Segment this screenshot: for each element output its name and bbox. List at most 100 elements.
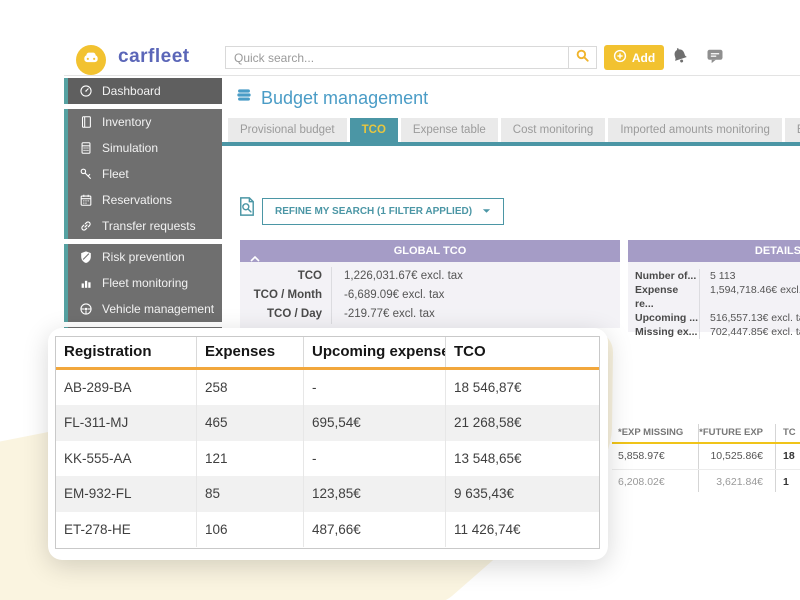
tco-cell: 21 268,58€ xyxy=(445,405,599,440)
tco-cell: 18 546,87€ xyxy=(445,370,599,405)
search-input[interactable] xyxy=(226,47,568,68)
details-row: Expense re... 1,594,718.46€ excl. tax xyxy=(628,283,800,311)
page-title: Budget management xyxy=(235,87,428,110)
upcoming-expenses-cell: 695,54€ xyxy=(303,405,445,440)
simulation-icon xyxy=(79,141,93,155)
sidebar-item-risk-prevention[interactable]: Risk prevention xyxy=(64,244,222,270)
messages-button[interactable] xyxy=(703,47,727,69)
upcoming-expenses-cell: - xyxy=(303,441,445,476)
quick-search xyxy=(225,46,597,69)
tco-cell: 13 548,65€ xyxy=(445,441,599,476)
tco-month-row: TCO / Month -6,689.09€ excl. tax xyxy=(240,286,620,305)
table-row[interactable]: FL-311-MJ 465 695,54€ 21 268,58€ xyxy=(56,405,599,440)
sidebar-item-simulation[interactable]: Simulation xyxy=(64,135,222,161)
expenses-cell: 85 xyxy=(196,476,303,511)
sidebar-item-label: Dashboard xyxy=(102,84,161,98)
expenses-cell: 465 xyxy=(196,405,303,440)
document-search-icon xyxy=(235,195,258,223)
expenses-cell: 121 xyxy=(196,441,303,476)
bar-chart-icon xyxy=(79,276,93,290)
coins-icon xyxy=(235,87,253,110)
global-tco-panel: GLOBAL TCO TCO 1,226,031.67€ excl. tax T… xyxy=(240,240,620,328)
steering-wheel-icon xyxy=(79,302,93,316)
chat-bubble-icon xyxy=(705,46,725,71)
sidebar-item-label: Vehicle management xyxy=(102,302,214,316)
sidebar: Dashboard Inventory Simulation xyxy=(64,78,222,342)
upcoming-expenses-cell: 487,66€ xyxy=(303,512,445,547)
tab-expense-report[interactable]: Expense report xyxy=(785,118,800,142)
add-button[interactable]: Add xyxy=(604,45,664,70)
sidebar-item-label: Fleet xyxy=(102,167,129,181)
refine-search-button[interactable]: REFINE MY SEARCH (1 FILTER APPLIED) xyxy=(262,198,504,225)
tab-provisional-budget[interactable]: Provisional budget xyxy=(228,118,347,142)
key-icon xyxy=(79,167,93,181)
plus-circle-icon xyxy=(613,49,627,66)
sidebar-item-fleet[interactable]: Fleet xyxy=(64,161,222,187)
tco-cell: 11 426,74€ xyxy=(445,512,599,547)
upcoming-expenses-cell: - xyxy=(303,370,445,405)
tab-expense-table[interactable]: Expense table xyxy=(401,118,498,142)
car-icon xyxy=(81,48,101,73)
global-tco-body: TCO 1,226,031.67€ excl. tax TCO / Month … xyxy=(240,262,620,328)
registration-cell: EM-932-FL xyxy=(56,476,196,511)
registration-cell: AB-289-BA xyxy=(56,370,196,405)
details-header[interactable]: DETAILS xyxy=(628,240,800,262)
tco-day-row: TCO / Day -219.77€ excl. tax xyxy=(240,305,620,324)
carfleet-logo[interactable] xyxy=(76,45,106,75)
search-button[interactable] xyxy=(568,47,596,68)
table-row[interactable]: ET-278-HE 106 487,66€ 11 426,74€ xyxy=(56,512,599,547)
table-row[interactable]: 5,858.97€ 10,525.86€ 18 xyxy=(612,444,800,470)
sidebar-item-fleet-monitoring[interactable]: Fleet monitoring xyxy=(64,270,222,296)
chevron-up-icon xyxy=(250,248,260,270)
upcoming-expenses-cell: 123,85€ xyxy=(303,476,445,511)
expenses-cell: 258 xyxy=(196,370,303,405)
table-row[interactable]: EM-932-FL 85 123,85€ 9 635,43€ xyxy=(56,476,599,511)
tab-tco[interactable]: TCO xyxy=(350,118,398,142)
details-row: Upcoming ... 516,557.13€ excl. tax xyxy=(628,311,800,325)
details-row: Number of... 5 113 xyxy=(628,269,800,283)
caret-down-icon xyxy=(482,206,491,217)
active-tab-underline xyxy=(222,142,800,146)
tco-cell: 9 635,43€ xyxy=(445,476,599,511)
calendar-icon xyxy=(79,193,93,207)
bell-icon xyxy=(670,46,690,71)
dashboard-icon xyxy=(79,84,93,98)
table-row[interactable]: AB-289-BA 258 - 18 546,87€ xyxy=(56,370,599,405)
details-body: Number of... 5 113 Expense re... 1,594,7… xyxy=(628,262,800,332)
expenses-cell: 106 xyxy=(196,512,303,547)
registration-cell: ET-278-HE xyxy=(56,512,196,547)
table-row[interactable]: KK-555-AA 121 - 13 548,65€ xyxy=(56,441,599,476)
global-tco-header[interactable]: GLOBAL TCO xyxy=(240,240,620,262)
sidebar-item-transfer-requests[interactable]: Transfer requests xyxy=(64,213,222,239)
sidebar-item-inventory[interactable]: Inventory xyxy=(64,109,222,135)
tco-row: TCO 1,226,031.67€ excl. tax xyxy=(240,267,620,286)
notifications-button[interactable] xyxy=(668,47,692,69)
vehicle-tco-table: Registration Expenses Upcoming expenses … xyxy=(55,336,600,549)
link-icon xyxy=(79,219,93,233)
sidebar-item-label: Reservations xyxy=(102,193,172,207)
vehicle-tco-card: Registration Expenses Upcoming expenses … xyxy=(48,328,608,560)
tab-cost-monitoring[interactable]: Cost monitoring xyxy=(501,118,606,142)
search-icon xyxy=(575,48,590,68)
sidebar-item-label: Simulation xyxy=(102,141,158,155)
inventory-icon xyxy=(79,115,93,129)
details-panel: DETAILS Number of... 5 113 Expense re...… xyxy=(628,240,800,332)
sidebar-item-reservations[interactable]: Reservations xyxy=(64,187,222,213)
app-window: carfleet Add xyxy=(0,0,800,600)
sidebar-item-label: Inventory xyxy=(102,115,151,129)
mini-table-header: *EXP MISSING *FUTURE EXP TC xyxy=(612,424,800,444)
sidebar-item-dashboard[interactable]: Dashboard xyxy=(64,78,222,104)
vehicle-table-header: Registration Expenses Upcoming expenses … xyxy=(56,337,599,370)
tab-imported-amounts-monitoring[interactable]: Imported amounts monitoring xyxy=(608,118,782,142)
details-row: Missing ex... 702,447.85€ excl. tax xyxy=(628,325,800,339)
sidebar-item-label: Fleet monitoring xyxy=(102,276,188,290)
sidebar-item-vehicle-management[interactable]: Vehicle management xyxy=(64,296,222,322)
shield-icon xyxy=(79,250,93,264)
budget-tabs: Provisional budget TCO Expense table Cos… xyxy=(228,118,800,142)
table-row[interactable]: 6,208.02€ 3,621.84€ 1 xyxy=(612,470,800,492)
registration-cell: KK-555-AA xyxy=(56,441,196,476)
expenses-mini-table: *EXP MISSING *FUTURE EXP TC 5,858.97€ 10… xyxy=(612,424,800,492)
brand-name: carfleet xyxy=(118,46,190,68)
add-button-label: Add xyxy=(632,51,655,65)
registration-cell: FL-311-MJ xyxy=(56,405,196,440)
